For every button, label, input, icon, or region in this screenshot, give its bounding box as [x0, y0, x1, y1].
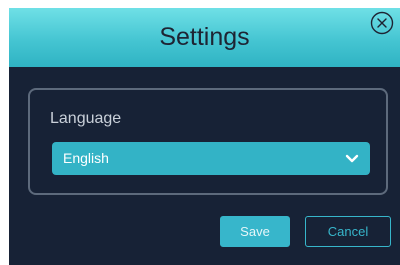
close-icon[interactable] [370, 11, 394, 35]
cancel-button[interactable]: Cancel [305, 216, 391, 247]
save-button[interactable]: Save [220, 216, 290, 247]
language-select[interactable]: English [52, 142, 370, 175]
language-selected-value: English [63, 150, 109, 166]
language-panel: Language English [28, 88, 388, 195]
dialog-header: Settings [9, 8, 400, 67]
settings-dialog: Settings Language English Save Cancel [9, 8, 400, 265]
chevron-down-icon [345, 153, 359, 165]
language-label: Language [50, 110, 122, 127]
dialog-title: Settings [159, 23, 250, 51]
